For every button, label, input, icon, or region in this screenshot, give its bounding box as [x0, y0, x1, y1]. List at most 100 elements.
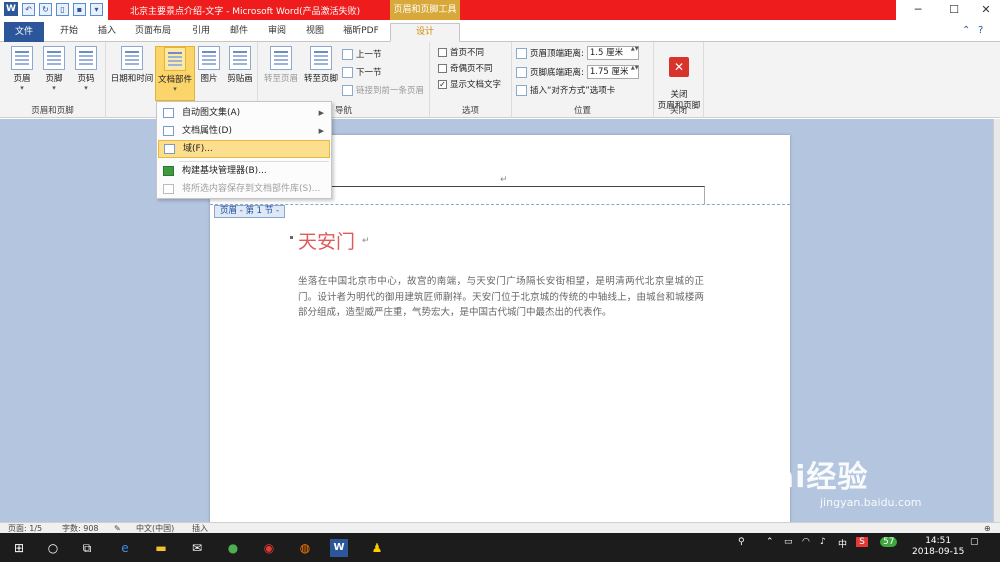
different-odd-even-checkbox[interactable]: 奇偶页不同 — [438, 62, 493, 74]
footer-button[interactable]: 页脚 ▾ — [40, 46, 68, 92]
quick-parts-button-label: 文档部件 — [158, 75, 193, 85]
menu-item-label: 域(F)... — [183, 144, 213, 154]
goto-header-label: 转至页眉 — [263, 74, 298, 84]
close-window-icon[interactable]: ✕ — [964, 0, 1000, 20]
new-document-icon[interactable]: ▯ — [56, 2, 69, 16]
tab-references[interactable]: 引用 — [184, 23, 218, 42]
picture-button[interactable]: 图片 — [196, 46, 222, 84]
redo-icon[interactable]: ↻ — [39, 2, 52, 16]
document-property-icon — [163, 126, 174, 136]
windows-start-icon[interactable]: ⊞ — [10, 539, 28, 557]
people-icon[interactable]: ⚲ — [738, 537, 745, 547]
tab-home[interactable]: 开始 — [52, 23, 86, 42]
customize-qat-icon[interactable]: ▾ — [90, 2, 103, 16]
tab-insert[interactable]: 插入 — [90, 23, 124, 42]
page-number-icon — [75, 46, 97, 70]
battery-icon[interactable]: ▭ — [784, 537, 793, 547]
date-time-button[interactable]: 日期和时间 — [108, 46, 156, 84]
sogou-icon[interactable]: S — [856, 537, 868, 547]
security-badge[interactable]: 57 — [880, 537, 898, 547]
save-icon[interactable]: ▪ — [73, 2, 86, 16]
tab-mailings[interactable]: 邮件 — [222, 23, 256, 42]
footer-distance-row: 页脚底端距离: 1.75 厘米 — [516, 65, 639, 79]
field-icon — [164, 144, 175, 154]
goto-footer-button[interactable]: 转至页脚 — [302, 46, 340, 84]
tab-review[interactable]: 审阅 — [260, 23, 294, 42]
notification-icon[interactable]: ▢ — [970, 537, 979, 547]
goto-footer-label: 转至页脚 — [303, 74, 338, 84]
menu-item-save-to-gallery[interactable]: 将所选内容保存到文档部件库(S)... — [158, 180, 330, 198]
different-first-page-checkbox[interactable]: 首页不同 — [438, 46, 484, 58]
search-icon[interactable]: ○ — [44, 539, 62, 557]
footer-distance-input[interactable]: 1.75 厘米 — [586, 65, 639, 79]
task-view-icon[interactable]: ⧉ — [78, 539, 96, 557]
file-explorer-icon[interactable]: ▬ — [152, 539, 170, 557]
document-heading: 天安门 — [298, 231, 356, 253]
vertical-scrollbar[interactable] — [993, 119, 1000, 522]
menu-item-building-blocks[interactable]: 构建基块管理器(B)... — [158, 162, 330, 180]
bullet-icon — [290, 236, 293, 239]
page-number-button[interactable]: 页码 ▾ — [72, 46, 100, 92]
header-distance-input[interactable]: 1.5 厘米 — [586, 46, 639, 60]
picture-button-label: 图片 — [200, 74, 218, 84]
netease-music-icon[interactable]: ◉ — [260, 539, 278, 557]
different-first-page-label: 首页不同 — [450, 48, 485, 58]
clock-date: 2018-09-15 — [912, 547, 965, 557]
ribbon-collapse-icon[interactable]: ⌃ — [962, 25, 970, 36]
tab-foxit-pdf[interactable]: 福昕PDF — [336, 23, 386, 42]
calendar-icon — [121, 46, 143, 70]
menu-item-autotext[interactable]: 自动图文集(A) ▶ — [158, 104, 330, 122]
footer-distance-label: 页脚底端距离: — [530, 68, 584, 78]
quick-parts-button[interactable]: 文档部件 ▾ — [155, 46, 195, 101]
help-icon[interactable]: ? — [978, 25, 983, 36]
volume-icon[interactable]: ♪ — [820, 537, 826, 547]
menu-item-field[interactable]: 域(F)... — [158, 140, 330, 158]
insert-alignment-tab-button[interactable]: 插入“对齐方式”选项卡 — [516, 84, 615, 96]
ribbon: 页眉 ▾ 页脚 ▾ 页码 ▾ 页眉和页脚 日期和时间 文档部件 ▾ 图片 剪贴画… — [0, 42, 1000, 118]
qq-icon[interactable]: ♟ — [368, 539, 386, 557]
ime-indicator[interactable]: 中 — [838, 537, 847, 550]
header-distance-row: 页眉顶端距离: 1.5 厘米 — [516, 46, 639, 60]
next-section-label: 下一节 — [356, 68, 382, 78]
baidu-watermark: Bai经验 jingyan.baidu.com — [750, 452, 990, 532]
header-area[interactable] — [300, 186, 705, 204]
header-button-label: 页眉 — [13, 74, 31, 84]
green-app-icon[interactable]: ● — [224, 539, 242, 557]
header-button[interactable]: 页眉 ▾ — [8, 46, 36, 92]
chevron-down-icon: ▾ — [52, 84, 56, 92]
link-to-previous-button[interactable]: 链接到前一条页眉 — [342, 84, 424, 96]
header-boundary — [210, 204, 790, 205]
goto-header-button[interactable]: 转至页眉 — [262, 46, 300, 84]
group-label-header-footer: 页眉和页脚 — [31, 106, 74, 116]
menu-item-label: 将所选内容保存到文档部件库(S)... — [182, 184, 321, 194]
menu-item-document-property[interactable]: 文档属性(D) ▶ — [158, 122, 330, 140]
next-section-button[interactable]: 下一节 — [342, 66, 382, 78]
previous-section-button[interactable]: 上一节 — [342, 48, 382, 60]
close-header-footer-button[interactable]: ✕ 关闭 页眉和页脚 — [656, 46, 702, 112]
mail-icon[interactable]: ✉ — [188, 539, 206, 557]
edge-browser-icon[interactable]: e — [116, 539, 134, 557]
tab-file[interactable]: 文件 — [4, 22, 44, 42]
clip-art-icon — [229, 46, 251, 70]
orange-app-icon[interactable]: ◍ — [296, 539, 314, 557]
undo-icon[interactable]: ↶ — [22, 2, 35, 16]
word-logo-icon[interactable]: W — [4, 2, 18, 16]
clip-art-button[interactable]: 剪贴画 — [224, 46, 256, 84]
word-taskbar-icon[interactable]: W — [330, 539, 348, 557]
chevron-right-icon: ▶ — [318, 109, 324, 117]
tab-view[interactable]: 视图 — [298, 23, 332, 42]
tray-expand-icon[interactable]: ⌃ — [766, 537, 774, 547]
tab-design[interactable]: 设计 — [390, 23, 460, 42]
next-section-icon — [342, 66, 353, 78]
footer-icon — [43, 46, 65, 70]
network-icon[interactable]: ◠ — [802, 537, 810, 547]
link-to-previous-label: 链接到前一条页眉 — [356, 86, 425, 96]
group-label-options: 选项 — [461, 106, 479, 116]
watermark-url: jingyan.baidu.com — [820, 496, 922, 509]
tab-page-layout[interactable]: 页面布局 — [128, 23, 178, 42]
show-document-text-checkbox[interactable]: ✓ 显示文档文字 — [438, 78, 501, 90]
insert-alignment-tab-label: 插入“对齐方式”选项卡 — [530, 86, 616, 96]
date-time-button-label: 日期和时间 — [110, 74, 154, 84]
taskbar-clock[interactable]: 14:51 2018-09-15 — [912, 536, 964, 558]
quick-parts-menu: 自动图文集(A) ▶ 文档属性(D) ▶ 域(F)... 构建基块管理器(B).… — [156, 101, 332, 199]
